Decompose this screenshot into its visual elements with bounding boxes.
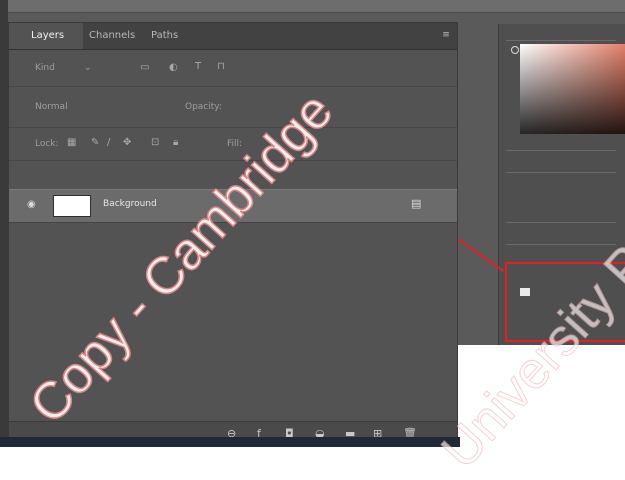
tab-paths[interactable]: Paths	[151, 30, 178, 41]
shape-filter-icon[interactable]: ⊓	[217, 61, 225, 72]
panel-divider	[506, 222, 616, 223]
color-marker-icon	[511, 46, 519, 54]
adjustment-filter-icon[interactable]: ◐	[169, 62, 178, 73]
menu-icon[interactable]: ≡	[441, 31, 451, 40]
panel-divider	[506, 172, 616, 173]
fill-label: Fill:	[227, 139, 243, 149]
filter-kind-select[interactable]: Kind	[35, 63, 55, 73]
filter-row: Kind ⌄ ▭ ◐ T ⊓	[9, 50, 457, 87]
taskbar	[0, 437, 460, 447]
lock-icon: ▤	[411, 197, 422, 210]
lock-label: Lock:	[35, 139, 59, 149]
lock-pixels-icon[interactable]: ✎	[91, 137, 99, 148]
chevron-down-icon[interactable]: ⌄	[84, 63, 92, 73]
layers-panel: Layers Channels Paths ≡ Kind ⌄ ▭ ◐ T ⊓ N…	[8, 22, 458, 447]
color-picker-field[interactable]	[520, 44, 625, 134]
panel-left-edge	[0, 0, 8, 447]
lock-all-icon[interactable]: 🔒︎	[173, 137, 178, 148]
eye-icon[interactable]: ◉	[27, 199, 36, 210]
callout-highlight-box	[505, 262, 625, 342]
layer-name[interactable]: Background	[103, 199, 157, 209]
blend-mode-select[interactable]: Normal	[35, 102, 68, 112]
panel-divider	[506, 150, 616, 151]
tab-channels[interactable]: Channels	[89, 30, 135, 41]
lock-row: Lock: ▦ ✎ / ✥ ⊡ 🔒︎ Fill:	[9, 128, 457, 161]
app-top-strip	[0, 0, 625, 13]
brush-icon[interactable]: /	[107, 137, 110, 148]
artboard-icon[interactable]: ⊡	[151, 137, 159, 148]
lock-transparent-icon[interactable]: ▦	[67, 137, 76, 148]
tab-layers[interactable]: Layers	[31, 30, 64, 41]
layer-thumbnail	[53, 195, 91, 217]
panel-divider	[506, 40, 616, 41]
image-filter-icon[interactable]: ▭	[140, 62, 149, 73]
panel-divider	[506, 244, 616, 245]
move-icon[interactable]: ✥	[123, 137, 131, 148]
panel-tabs: Layers Channels Paths ≡	[9, 23, 457, 50]
blend-row: Normal Opacity:	[9, 87, 457, 128]
opacity-label: Opacity:	[185, 102, 222, 112]
type-filter-icon[interactable]: T	[195, 61, 201, 72]
layer-row-background[interactable]: ◉ Background ▤	[9, 189, 457, 223]
